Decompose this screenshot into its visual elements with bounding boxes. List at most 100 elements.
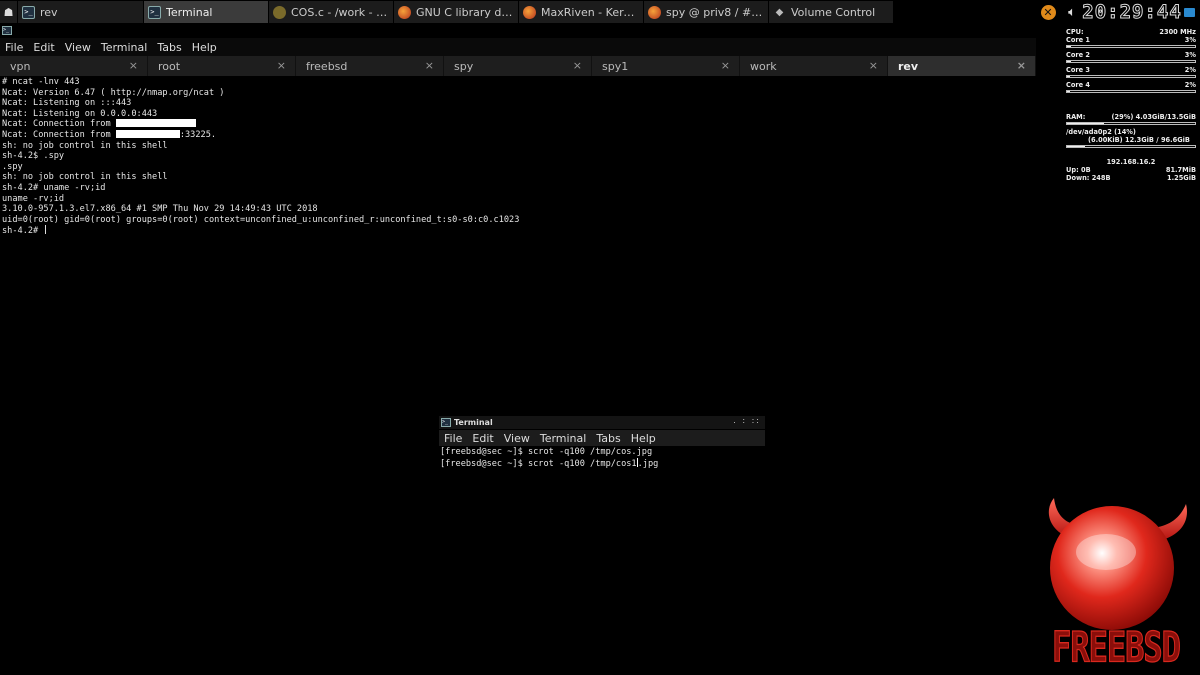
core-usage: 3% — [1184, 36, 1196, 44]
menu-edit[interactable]: Edit — [28, 41, 59, 54]
terminal-line: .spy — [2, 161, 23, 172]
floating-terminal-window: >_ Terminal . : :: File Edit View Termin… — [439, 416, 765, 476]
main-menubar: File Edit View Terminal Tabs Help — [0, 38, 1036, 56]
redacted-ip — [115, 129, 180, 138]
close-circle-icon: ✕ — [1040, 4, 1056, 20]
menu-file[interactable]: File — [0, 41, 28, 54]
terminal-line: sh-4.2# — [2, 225, 1032, 237]
menu-help[interactable]: Help — [187, 41, 222, 54]
terminal-line: # ncat -lnv 443 — [2, 77, 80, 87]
menu-help[interactable]: Help — [626, 432, 661, 445]
core-label: Core 2 — [1066, 51, 1090, 59]
clock[interactable]: 20:29:44 — [1082, 1, 1182, 24]
cpu-frequency: 2300 MHz — [1159, 28, 1196, 36]
window-title: Terminal — [454, 418, 493, 427]
upload-total: 81.7MiB — [1165, 166, 1196, 174]
terminal-line: uid=0(root) gid=0(root) groups=0(root) c… — [2, 214, 520, 225]
ip-address: 192.168.16.2 — [1106, 158, 1156, 166]
tray-network-button[interactable] — [1182, 0, 1196, 24]
close-icon[interactable]: × — [277, 59, 286, 72]
task-terminal[interactable]: >_ Terminal — [144, 1, 269, 23]
core-bar — [1066, 45, 1196, 48]
terminal-line: uname -rv;id — [2, 193, 65, 204]
close-icon[interactable]: × — [1017, 59, 1026, 72]
terminal-line: [freebsd@sec ~]$ scrot -q100 /tmp/cos.jp… — [440, 447, 653, 457]
freebsd-logo: FREEBSD — [1048, 498, 1187, 670]
taskbar: ☗ >_ rev >_ Terminal COS.c - /work - Gea… — [0, 0, 1200, 24]
tab-work[interactable]: work × — [740, 56, 888, 76]
menu-view[interactable]: View — [60, 41, 96, 54]
tab-bar: vpn × root × freebsd × spy × spy1 × work… — [0, 56, 1036, 76]
close-icon[interactable]: × — [425, 59, 434, 72]
terminal-line: sh-4.2# uname -rv;id — [2, 182, 106, 193]
tab-spy[interactable]: spy × — [444, 56, 592, 76]
menu-edit[interactable]: Edit — [467, 432, 498, 445]
disk-label: /dev/ada0p2 (14%) — [1066, 128, 1136, 136]
task-irc[interactable]: spy @ priv8 / #cool -... — [644, 1, 769, 23]
app-menu-button[interactable]: ☗ — [0, 1, 18, 23]
speaker-icon: 🔈︎ — [1068, 4, 1076, 20]
terminal-line: sh: no job control in this shell — [2, 140, 168, 151]
upload-rate: Up: 0B — [1066, 166, 1091, 174]
tab-freebsd[interactable]: freebsd × — [296, 56, 444, 76]
close-icon[interactable]: × — [869, 59, 878, 72]
ram-bar — [1066, 122, 1196, 125]
tab-spy1[interactable]: spy1 × — [592, 56, 740, 76]
close-icon[interactable]: × — [129, 59, 138, 72]
network-icon — [1183, 7, 1195, 17]
terminal-icon: >_ — [2, 26, 12, 35]
freebsd-daemon-icon: ☗ — [3, 5, 14, 19]
terminal-line: 3.10.0-957.1.3.el7.x86_64 #1 SMP Thu Nov… — [2, 204, 318, 215]
task-volume-control[interactable]: ◆ Volume Control — [769, 1, 894, 23]
speaker-icon: ◆ — [775, 6, 784, 18]
menu-view[interactable]: View — [499, 432, 535, 445]
ram-label: RAM: — [1066, 113, 1086, 121]
task-firefox-glibc[interactable]: GNU C library dynam... — [394, 1, 519, 23]
core-label: Core 1 — [1066, 36, 1090, 44]
tab-vpn[interactable]: vpn × — [0, 56, 148, 76]
text-cursor — [45, 225, 47, 235]
terminal-line: Ncat: Listening on :::443 — [2, 98, 132, 109]
menu-tabs[interactable]: Tabs — [152, 41, 186, 54]
firefox-icon — [523, 5, 536, 19]
ram-value: (29%) 4.03GiB/13.5GiB — [1111, 113, 1196, 121]
menu-terminal[interactable]: Terminal — [535, 432, 592, 445]
terminal-line: sh: no job control in this shell — [2, 172, 168, 183]
tray-volume-button[interactable]: 🔈︎ — [1062, 0, 1082, 24]
terminal-line: Ncat: Connection from — [2, 119, 1032, 130]
logo-wordmark: FREEBSD — [1052, 623, 1180, 670]
terminal-output[interactable]: # ncat -lnv 443 Ncat: Version 6.47 ( http… — [2, 77, 1032, 237]
core-bar — [1066, 90, 1196, 93]
close-icon[interactable]: × — [573, 59, 582, 72]
window-controls[interactable]: . : :: — [733, 416, 761, 425]
firefox-icon — [398, 5, 411, 19]
cpu-cores: Core 1 3% Core 2 3% Core 3 2% Core 4 2% — [1066, 36, 1196, 93]
core-bar — [1066, 60, 1196, 63]
task-geany[interactable]: COS.c - /work - Geany — [269, 1, 394, 23]
menu-file[interactable]: File — [439, 432, 467, 445]
menu-tabs[interactable]: Tabs — [591, 432, 625, 445]
floating-terminal-output[interactable]: [freebsd@sec ~]$ scrot -q100 /tmp/cos.jp… — [440, 447, 658, 469]
tray-xchat-button[interactable]: ✕ — [1037, 0, 1059, 24]
download-rate: Down: 248B — [1066, 174, 1111, 182]
task-firefox-maxriven[interactable]: MaxRiven - Kernkraft... — [519, 1, 644, 23]
terminal-icon: >_ — [148, 5, 161, 19]
tab-root[interactable]: root × — [148, 56, 296, 76]
core-label: Core 3 — [1066, 66, 1090, 74]
task-list: ☗ >_ rev >_ Terminal COS.c - /work - Gea… — [0, 1, 894, 23]
tab-rev[interactable]: rev × — [888, 56, 1036, 76]
terminal-line: Ncat: Connection from :33225. — [2, 129, 217, 140]
core-bar — [1066, 75, 1196, 78]
irc-icon — [648, 5, 661, 19]
terminal-icon: >_ — [441, 418, 451, 427]
task-rev[interactable]: >_ rev — [18, 1, 144, 23]
terminal-line: Ncat: Listening on 0.0.0.0:443 — [2, 108, 158, 119]
terminal-line: Ncat: Version 6.47 ( http://nmap.org/nca… — [2, 87, 225, 98]
cpu-label: CPU: — [1066, 28, 1084, 36]
close-icon[interactable]: × — [721, 59, 730, 72]
menu-terminal[interactable]: Terminal — [96, 41, 153, 54]
core-usage: 3% — [1184, 51, 1196, 59]
disk-bar — [1066, 145, 1196, 148]
window-titlebar[interactable]: >_ Terminal . : :: — [439, 416, 765, 429]
download-total: 1.25GiB — [1167, 174, 1196, 182]
